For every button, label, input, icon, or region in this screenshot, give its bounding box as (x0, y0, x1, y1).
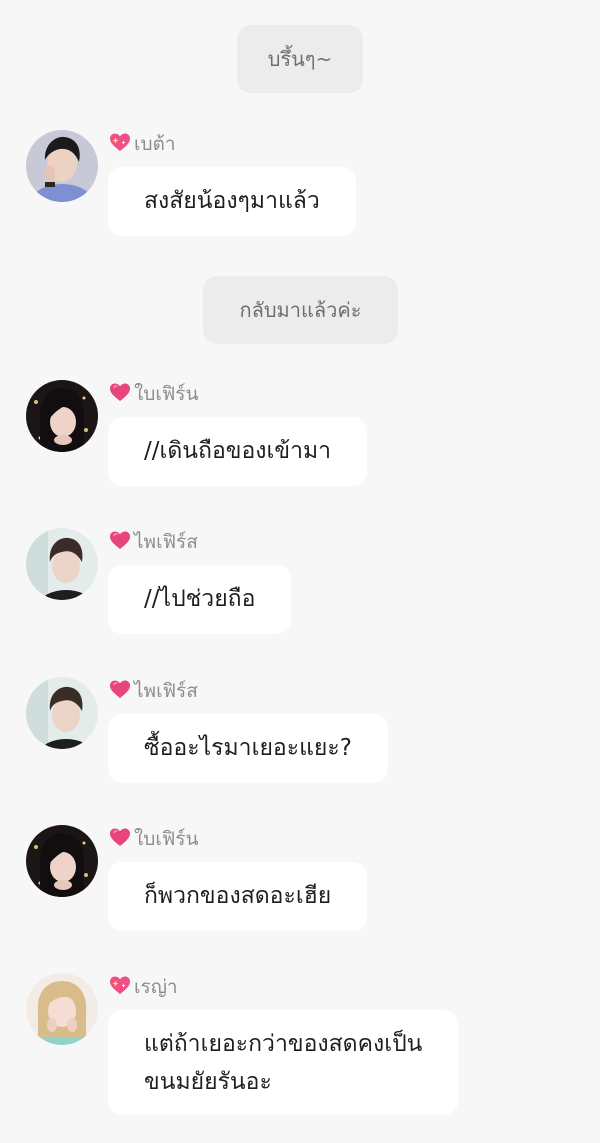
message-text: แต่ถ้าเยอะกว่าของสดคงเป็น (144, 1031, 423, 1057)
chat-thread: บรึ้นๆ~ เบต้า สงสัยน้องๆมาแล้ว กลับมาแล้… (0, 0, 600, 1143)
sender-name: ไพเฟิร์ส (108, 528, 198, 556)
message-row: ไพเฟิร์ส //ไปช่วยถือ (0, 528, 600, 634)
pink-heart-icon (108, 528, 132, 552)
sender-name: เบต้า (108, 130, 176, 158)
message-bubble[interactable]: //ไปช่วยถือ (108, 565, 292, 634)
sender-name: เรญ่า (108, 973, 178, 1001)
sparkling-heart-icon (108, 973, 132, 997)
avatar[interactable] (26, 130, 98, 202)
message-bubble[interactable]: //เดินถือของเข้ามา (108, 417, 368, 486)
message-text: ซื้ออะไรมาเยอะแยะ? (144, 735, 352, 761)
system-message: กลับมาแล้วค่ะ (203, 276, 398, 344)
message-bubble[interactable]: ซื้ออะไรมาเยอะแยะ? (108, 714, 388, 783)
sender-name: ไพเฟิร์ส (108, 677, 198, 705)
message-bubble[interactable]: ก็พวกของสดอะเฮีย (108, 862, 368, 931)
message-text: //เดินถือของเข้ามา (144, 438, 332, 464)
avatar[interactable] (26, 380, 98, 452)
message-text: สงสัยน้องๆมาแล้ว (144, 188, 320, 214)
message-bubble[interactable]: สงสัยน้องๆมาแล้ว (108, 167, 356, 236)
message-row: ใบเฟิร์น ก็พวกของสดอะเฮีย (0, 825, 600, 931)
avatar[interactable] (26, 973, 98, 1045)
pink-heart-icon (108, 677, 132, 701)
sender-name: ใบเฟิร์น (108, 380, 198, 408)
message-row: เบต้า สงสัยน้องๆมาแล้ว (0, 130, 600, 236)
message-row: ไพเฟิร์ส ซื้ออะไรมาเยอะแยะ? (0, 677, 600, 783)
message-row: เรญ่า แต่ถ้าเยอะกว่าของสดคงเป็น ขนมยัยรั… (0, 973, 600, 1115)
pink-heart-icon (108, 825, 132, 849)
avatar[interactable] (26, 825, 98, 897)
message-text: //ไปช่วยถือ (144, 586, 256, 612)
sparkling-heart-icon (108, 130, 132, 154)
avatar[interactable] (26, 677, 98, 749)
message-text-line-2: ขนมยัยรันอะ (144, 1069, 272, 1095)
message-row: ใบเฟิร์น //เดินถือของเข้ามา (0, 380, 600, 486)
system-message: บรึ้นๆ~ (237, 25, 363, 93)
sender-name: ใบเฟิร์น (108, 825, 198, 853)
avatar[interactable] (26, 528, 98, 600)
message-text: ก็พวกของสดอะเฮีย (144, 883, 332, 909)
pink-heart-icon (108, 380, 132, 404)
message-bubble[interactable]: แต่ถ้าเยอะกว่าของสดคงเป็น ขนมยัยรันอะ (108, 1010, 459, 1115)
